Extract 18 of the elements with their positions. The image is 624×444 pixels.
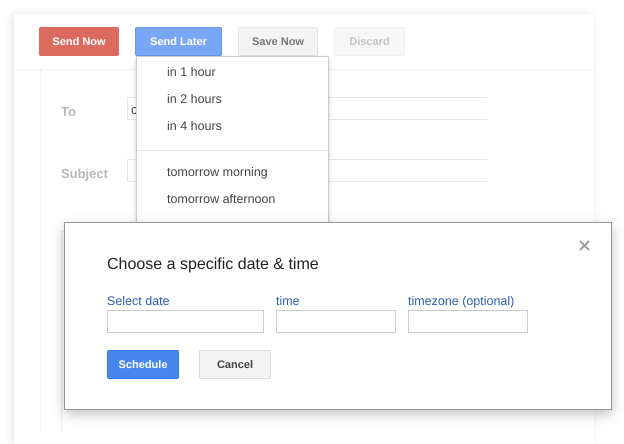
field-label: time [276, 294, 301, 310]
menu-item[interactable]: in 1 hour [137, 60, 328, 87]
menu-item[interactable]: in 4 hours [137, 114, 328, 141]
field-label: timezone (optional) [408, 294, 516, 310]
dialog-button[interactable]: Schedule [107, 350, 179, 379]
menu-item[interactable]: tomorrow morning [137, 160, 328, 187]
dialog-button[interactable]: Cancel [199, 350, 271, 379]
close-icon[interactable] [579, 240, 590, 251]
menu-item[interactable]: tomorrow afternoon [137, 187, 328, 214]
input-field[interactable] [408, 310, 528, 333]
toolbar-button[interactable]: Save Now [238, 27, 318, 56]
menu-item[interactable]: in 2 hours [137, 87, 328, 114]
dialog-title: Choose a specific date & time [107, 256, 320, 274]
input-field[interactable] [107, 310, 264, 333]
field-label: To [61, 103, 77, 121]
field-label: Select date [107, 294, 171, 310]
field-label: Subject [61, 165, 109, 183]
input-field[interactable] [276, 310, 396, 333]
